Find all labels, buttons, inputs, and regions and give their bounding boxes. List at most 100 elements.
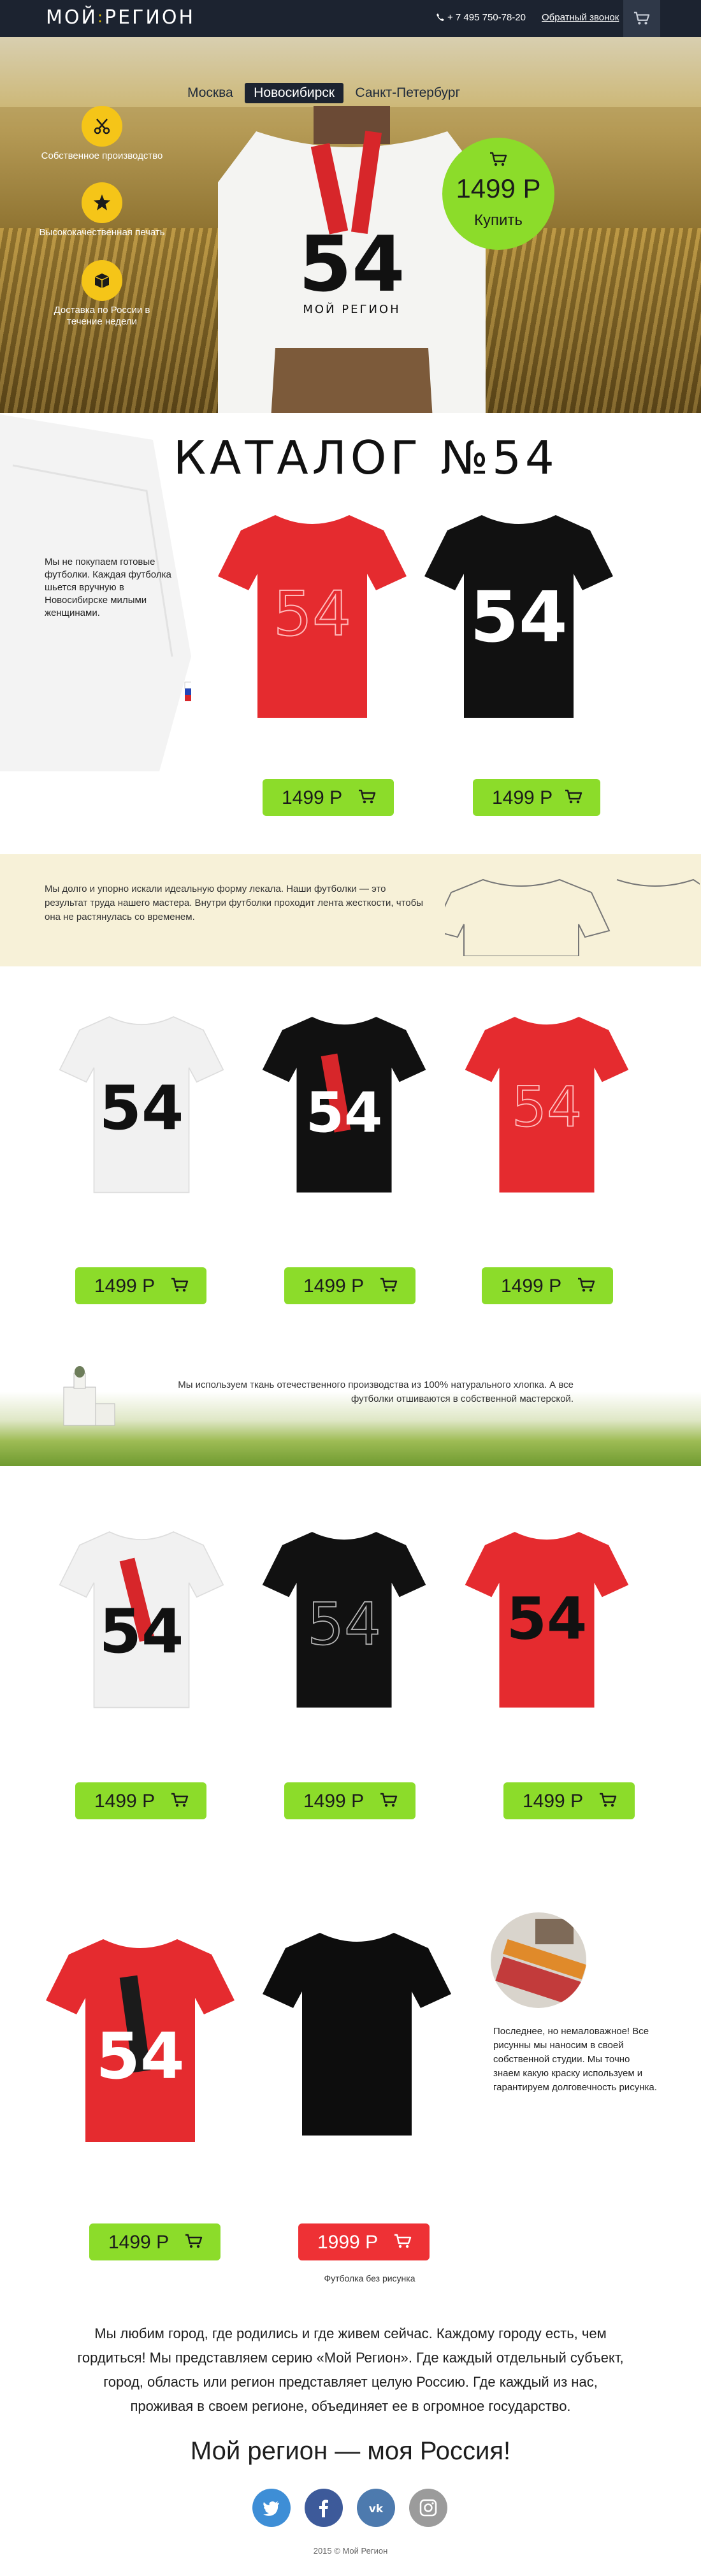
buy-button[interactable]: 1499 Р [75, 1782, 206, 1819]
cart-icon [599, 1793, 617, 1808]
feature-delivery: Доставка по России в течение недели [38, 260, 166, 328]
price-label: 1499 Р [94, 1276, 155, 1297]
hero-buy-label: Купить [474, 212, 523, 229]
price-label: 1999 Р [317, 2232, 379, 2253]
price-label: 1499 Р [523, 1791, 584, 1812]
cart-icon [380, 1277, 398, 1293]
copyright: 2015 © Мой Регион [313, 2546, 388, 2556]
vk-button[interactable]: vk [357, 2489, 395, 2527]
tshirt-black-bold-54[interactable]: 54 [423, 507, 614, 724]
cart-icon [185, 2234, 203, 2249]
cart-icon [489, 152, 507, 167]
callback-link[interactable]: Обратный звонок [542, 12, 619, 23]
cart-icon [171, 1277, 189, 1293]
logo-word-1: МОЙ [46, 6, 98, 29]
buy-button[interactable]: 1499 Р [263, 779, 394, 816]
box-icon [94, 273, 110, 288]
blank-caption: Футболка без рисунка [324, 2273, 416, 2283]
svg-text:54: 54 [96, 2019, 184, 2093]
tshirt-red-black-54[interactable]: 54 [464, 1524, 630, 1715]
logo-word-2: РЕГИОН [105, 6, 196, 29]
tshirt-red-monument-54[interactable]: 54 [45, 1932, 236, 2148]
tshirt-black-thin-54[interactable]: 54 [261, 1524, 427, 1715]
instagram-icon [419, 2499, 437, 2517]
tshirt-red-outline-54[interactable]: 54 [217, 507, 408, 724]
cart-icon [577, 1277, 595, 1293]
print-note: Последнее, но немаловажное! Все рисунны … [493, 2026, 657, 2093]
phone-icon [437, 13, 444, 21]
hero-model-shirt: 54 МОЙ РЕГИОН [218, 106, 486, 413]
cart-icon [380, 1793, 398, 1808]
svg-text:54: 54 [273, 578, 351, 650]
tshirt-black-red-54[interactable]: 54 [261, 1008, 427, 1200]
cotton-info-band: Мы используем ткань отечественного произ… [0, 1351, 701, 1466]
catalog-title: КАТАЛОГ №54 [173, 431, 558, 484]
slogan: Мой регион — моя Россия! [190, 2437, 511, 2465]
hero-price: 1499 Р [456, 173, 541, 203]
cart-icon [565, 789, 582, 804]
logo[interactable]: МОЙ:РЕГИОН [46, 6, 195, 29]
buy-button[interactable]: 1499 Р [482, 1267, 613, 1304]
tab-saint-petersburg[interactable]: Санкт-Петербург [346, 83, 469, 103]
cart-icon [633, 11, 650, 26]
feature-label: Собственное производство [41, 150, 163, 161]
svg-text:54: 54 [99, 1597, 184, 1667]
quality-text: Мы долго и упорно искали идеальную форму… [45, 884, 423, 922]
feature-print: Высококачественная печать [38, 182, 166, 238]
price-label: 1499 Р [492, 787, 553, 808]
tshirt-sketch-image [445, 878, 700, 956]
logo-separator: : [97, 8, 105, 26]
tshirt-black-blank[interactable] [261, 1919, 452, 2148]
feature-circle [82, 182, 122, 223]
tshirt-red-thin-54[interactable]: 54 [464, 1008, 630, 1200]
hero-shirt-brand: МОЙ РЕГИОН [303, 302, 400, 316]
price-label: 1499 Р [282, 787, 343, 808]
tab-moscow[interactable]: Москва [178, 83, 242, 103]
buy-button[interactable]: 1499 Р [284, 1267, 416, 1304]
buy-button[interactable]: 1499 Р [473, 779, 600, 816]
cart-button[interactable] [623, 0, 660, 37]
hero-shirt-number: 54 [299, 221, 405, 309]
buy-button[interactable]: 1499 Р [503, 1782, 635, 1819]
price-label: 1499 Р [303, 1276, 365, 1297]
social-links: vk [252, 2489, 450, 2529]
svg-text:54: 54 [307, 1591, 381, 1658]
tshirt-white-red-54[interactable]: 54 [59, 1524, 224, 1715]
church-icon [63, 1366, 115, 1426]
buy-button[interactable]: 1499 Р [89, 2223, 220, 2260]
about-text: Мы любим город, где родились и где живем… [77, 2325, 624, 2414]
sleeve-text: Мы не покупаем готовые футболки. Каждая … [45, 557, 171, 618]
svg-text:54: 54 [507, 1585, 588, 1652]
hero-buy-badge[interactable]: 1499 Р Купить [442, 138, 554, 250]
instagram-button[interactable] [409, 2489, 447, 2527]
feature-circle [82, 106, 122, 147]
twitter-icon [263, 2501, 279, 2516]
quality-info-band: Мы долго и упорно искали идеальную форму… [0, 854, 701, 966]
cart-icon [358, 789, 376, 804]
buy-button[interactable]: 1499 Р [75, 1267, 206, 1304]
svg-text:54: 54 [306, 1081, 383, 1145]
price-label: 1499 Р [108, 2232, 170, 2253]
cotton-text: Мы используем ткань отечественного произ… [178, 1379, 574, 1404]
buy-button[interactable]: 1499 Р [284, 1782, 416, 1819]
feature-label: Высококачественная печать [39, 227, 165, 238]
city-tabs: Москва Новосибирск Санкт-Петербург [178, 83, 469, 103]
buy-blank-button[interactable]: 1999 Р [298, 2223, 430, 2260]
svg-text:54: 54 [99, 1073, 184, 1144]
feature-label: Доставка по России в течение недели [54, 305, 150, 327]
svg-text:54: 54 [512, 1076, 582, 1140]
tab-novosibirsk[interactable]: Новосибирск [245, 83, 343, 103]
facebook-icon [319, 2500, 328, 2517]
cart-icon [394, 2234, 412, 2249]
tshirt-white-54[interactable]: 54 [59, 1008, 224, 1200]
twitter-button[interactable] [252, 2489, 291, 2527]
price-label: 1499 Р [94, 1791, 155, 1812]
svg-text:vk: vk [369, 2503, 384, 2515]
scissors-icon [94, 119, 110, 135]
svg-text:54: 54 [470, 576, 567, 658]
phone-number[interactable]: + 7 495 750-78-20 [447, 12, 526, 23]
cart-icon [171, 1793, 189, 1808]
site-header: МОЙ:РЕГИОН + 7 495 750-78-20 Обратный зв… [0, 0, 701, 37]
facebook-button[interactable] [305, 2489, 343, 2527]
feature-production: Собственное производство [38, 106, 166, 162]
